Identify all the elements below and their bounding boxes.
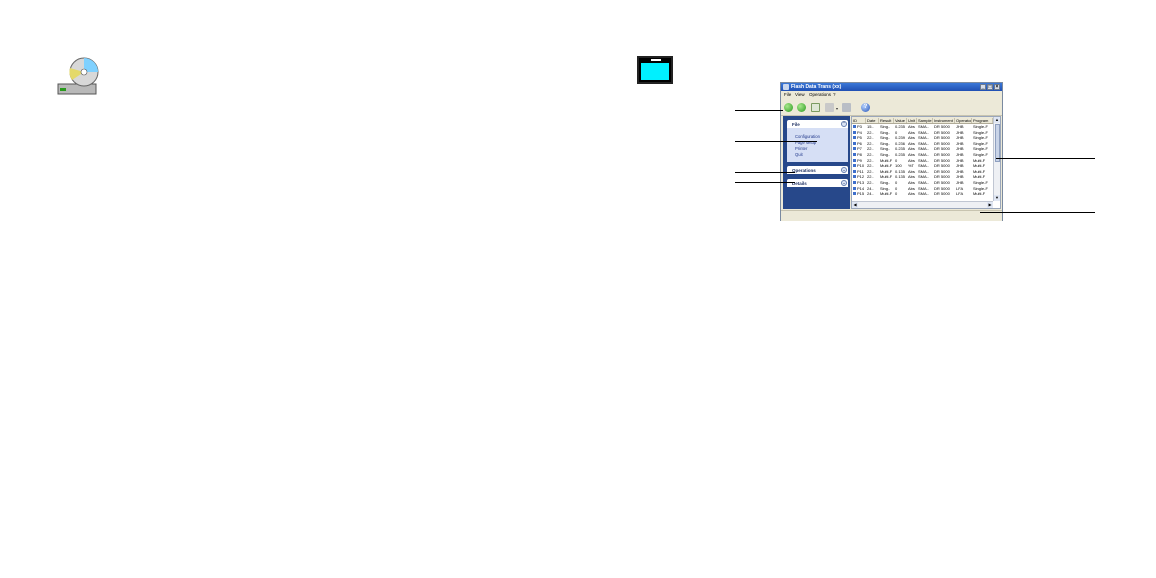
scroll-right-icon[interactable]: ▶ bbox=[987, 202, 993, 208]
vertical-scrollbar[interactable]: ▲ ▼ bbox=[993, 117, 1000, 201]
table-cell: DR 5000 bbox=[934, 191, 950, 197]
nav-item-printer[interactable]: Printer bbox=[795, 146, 807, 151]
nav-item-quit[interactable]: Quit bbox=[795, 152, 803, 157]
dropdown-arrow-icon[interactable]: ▾ bbox=[836, 106, 839, 111]
scroll-thumb[interactable] bbox=[994, 124, 1000, 162]
table-cell: Multi-F bbox=[880, 191, 893, 197]
wrench-icon[interactable] bbox=[825, 103, 834, 112]
nav-group-file[interactable]: File ⌃ bbox=[787, 120, 848, 128]
callout-line-statusbar bbox=[980, 212, 1095, 213]
nav-group-operations-label: Operations bbox=[792, 167, 816, 173]
column-header[interactable]: Instrument bbox=[933, 117, 955, 123]
scroll-up-icon[interactable]: ▲ bbox=[994, 117, 1000, 123]
maximize-button[interactable]: □ bbox=[987, 84, 993, 90]
column-header[interactable]: Sample bbox=[917, 117, 933, 123]
printer-icon[interactable] bbox=[842, 103, 851, 112]
nav-group-details[interactable]: Details ⌄ bbox=[787, 179, 848, 187]
callout-line-table bbox=[996, 158, 1095, 159]
forward-arrow-icon[interactable] bbox=[797, 103, 806, 112]
column-header[interactable]: ID bbox=[852, 117, 866, 123]
nav-item-configuration[interactable]: Configuration bbox=[795, 134, 820, 139]
table-cell: Multi-F bbox=[973, 191, 986, 197]
app-icon bbox=[783, 84, 789, 90]
title-bar[interactable]: Flash Data Trans (xx) _ □ × bbox=[781, 83, 1002, 91]
status-bar bbox=[781, 210, 1002, 221]
column-header[interactable]: Operator bbox=[955, 117, 972, 123]
back-arrow-icon[interactable] bbox=[784, 103, 793, 112]
menu-file[interactable]: File bbox=[784, 92, 791, 97]
table-cell: P15 bbox=[857, 191, 865, 197]
nav-group-operations[interactable]: Operations ⌄ bbox=[787, 166, 848, 174]
column-header[interactable]: Value bbox=[894, 117, 907, 123]
minimize-button[interactable]: _ bbox=[980, 84, 986, 90]
scroll-down-icon[interactable]: ▼ bbox=[994, 195, 1000, 201]
cd-disc-icon bbox=[57, 57, 99, 95]
callout-line-details bbox=[735, 182, 795, 183]
document-icon[interactable] bbox=[811, 103, 820, 112]
table-header: ID Date Result Value Unit Sample Instrument Ope… bbox=[852, 117, 993, 124]
column-header[interactable]: Unit bbox=[907, 117, 917, 123]
menu-operations[interactable]: Operations bbox=[809, 92, 831, 97]
table-cell: SMA.. bbox=[918, 191, 929, 197]
table-cell: 24.. bbox=[867, 191, 874, 197]
table-cell: 0 bbox=[895, 191, 898, 197]
window-title: Flash Data Trans (xx) bbox=[791, 84, 842, 90]
column-header[interactable]: Result bbox=[879, 117, 894, 123]
chevron-up-icon[interactable]: ⌃ bbox=[841, 121, 847, 127]
chevron-down-icon[interactable]: ⌄ bbox=[841, 180, 847, 186]
horizontal-scrollbar[interactable]: ◀ ▶ bbox=[852, 201, 993, 208]
menu-view[interactable]: View bbox=[795, 92, 805, 97]
close-button[interactable]: × bbox=[994, 84, 1000, 90]
toolbar: ▾ ? bbox=[781, 99, 1002, 116]
callout-line-file-group bbox=[735, 141, 817, 142]
help-icon[interactable]: ? bbox=[861, 103, 870, 112]
callout-line-toolbar bbox=[735, 110, 783, 111]
scroll-left-icon[interactable]: ◀ bbox=[852, 202, 858, 208]
navigation-pane: File ⌃ Configuration Page setup Printer … bbox=[783, 116, 850, 209]
menu-bar: File View Operations ? bbox=[781, 91, 1002, 98]
nav-group-file-label: File bbox=[792, 121, 800, 127]
table-cell: LFA bbox=[956, 191, 964, 197]
window-icon bbox=[637, 56, 673, 84]
chevron-down-icon[interactable]: ⌄ bbox=[841, 167, 847, 173]
nav-group-file-items: Configuration Page setup Printer Quit bbox=[787, 128, 848, 162]
data-table: ID Date Result Value Unit Sample Instrument Ope… bbox=[851, 116, 1001, 209]
column-header[interactable]: Program bbox=[972, 117, 993, 123]
column-header[interactable]: Date bbox=[866, 117, 879, 123]
app-window: Flash Data Trans (xx) _ □ × File View Op… bbox=[780, 82, 1003, 221]
callout-line-operations bbox=[735, 172, 795, 173]
table-cell: Abs bbox=[908, 191, 915, 197]
table-row[interactable]: P15 24.. Multi-F 0 Abs SMA.. DR 5000 LFA Multi-F bbox=[852, 191, 993, 197]
menu-help[interactable]: ? bbox=[833, 92, 836, 97]
